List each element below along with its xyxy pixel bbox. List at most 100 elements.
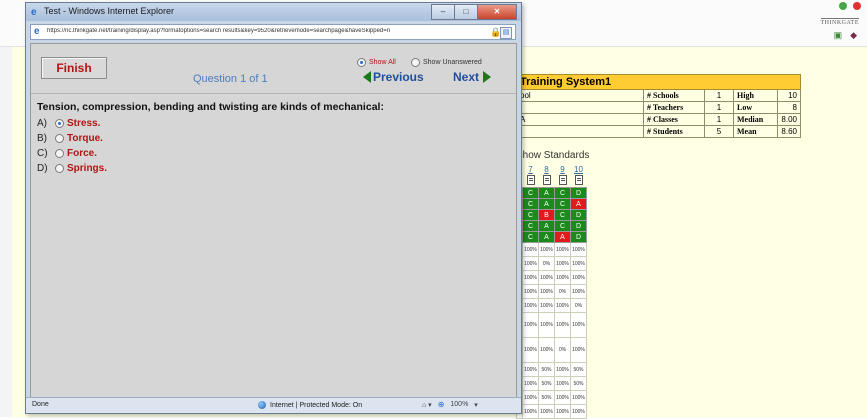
percent-cell: 100% [522,362,539,377]
stats-row: ool # Schools 1 High 10 [516,89,801,102]
window-controls: – □ ✕ [431,4,517,20]
percent-cell: 100% [554,404,571,419]
status-bar: Done Internet | Protected Mode: On ⌂ ▾ ⊕… [26,397,521,413]
percent-cell: 100% [522,404,539,419]
grade-cell: A [538,187,555,199]
percent-cell: 100% [522,298,539,313]
export-icon[interactable]: ▣ [834,30,843,41]
previous-button[interactable]: Previous [363,70,424,84]
page-info-icon[interactable]: ▤ [500,27,512,39]
security-zone[interactable]: Internet | Protected Mode: On [258,401,362,409]
answer-option[interactable]: D) Springs. [37,161,107,176]
percent-cell: 100% [570,404,587,419]
answer-list: A) Stress. B) Torque. C) Force. D) Sprin… [37,116,107,176]
answer-radio[interactable] [55,119,64,128]
grade-cell: D [570,209,587,221]
percent-cell: 100% [538,337,555,363]
zoom-icon[interactable]: ⊕ [438,400,445,409]
thinkgate-logo: THINKGATE [820,18,859,26]
grid-column-header[interactable]: 9 [554,164,571,175]
percent-cell: 100% [522,256,539,271]
grid-column-header[interactable]: 10 [570,164,587,175]
percent-cell: 100% [570,242,587,257]
answer-text[interactable]: Force. [67,148,97,159]
show-all-option[interactable]: Show All [357,58,396,67]
zoom-level[interactable]: 100% [450,401,468,408]
test-content: Finish Question 1 of 1 Show All Show Una… [30,43,517,398]
grade-cell: C [522,187,539,199]
show-all-radio[interactable] [357,58,366,67]
app-left-strip [0,47,12,417]
answer-option[interactable]: B) Torque. [37,131,107,146]
percent-cell: 100% [538,312,555,338]
answer-text[interactable]: Stress. [67,118,100,129]
header-tool-icons: ▣ ◆ [834,30,857,41]
page-icon: e [34,26,40,37]
grid-column-header[interactable]: 8 [538,164,555,175]
online-status-icon [839,2,847,10]
next-button[interactable]: Next [453,70,492,84]
show-unanswered-radio[interactable] [411,58,420,67]
grade-cell: C [554,187,571,199]
document-icon[interactable] [526,175,535,185]
grade-cell: D [570,187,587,199]
header-status-icons [839,2,861,10]
answer-letter: B) [37,133,47,144]
grid-column-header[interactable]: 7 [522,164,539,175]
answer-letter: A) [37,118,47,129]
document-icon[interactable] [542,175,551,185]
percent-cell: 100% [570,270,587,285]
grade-cell: D [570,220,587,232]
address-url[interactable]: https://nc.thinkgate.net/training/displa… [47,28,479,34]
show-all-label: Show All [369,59,396,66]
answer-text[interactable]: Springs. [67,163,107,174]
grade-cell: C [554,220,571,232]
lock-icon[interactable]: 🔒 [490,27,501,37]
summary-stats-table: Training System1 ool # Schools 1 High 10… [516,74,801,138]
answer-radio[interactable] [55,164,64,173]
percent-row: %100%100%100%0% [516,298,587,313]
zone-text: Internet | Protected Mode: On [270,401,363,409]
minimize-button[interactable]: – [431,4,455,20]
finish-button[interactable]: Finish [41,57,107,79]
alert-status-icon [853,2,861,10]
document-icon[interactable] [574,175,583,185]
document-icon[interactable] [558,175,567,185]
percent-row: %100%100%100%100% [516,270,587,285]
grid-doc-row [516,175,587,188]
protected-mode-icon[interactable]: ⌂ ▾ [422,401,432,409]
percent-cell: 100% [554,362,571,377]
percent-cell: 100% [570,284,587,299]
zoom-dropdown-icon[interactable]: ▾ [474,401,478,409]
grade-row: CACD [516,220,587,232]
answer-option[interactable]: C) Force. [37,146,107,161]
percent-cell: 50% [538,376,555,391]
answer-text[interactable]: Torque. [67,133,103,144]
percent-cell: 100% [538,242,555,257]
percent-row: %100%100%0%100% [516,337,587,363]
answer-radio[interactable] [55,134,64,143]
maximize-button[interactable]: □ [454,4,478,20]
address-bar[interactable]: e https://nc.thinkgate.net/training/disp… [30,24,516,40]
percent-cell: 100% [522,270,539,285]
percent-cell: 100% [570,337,587,363]
percent-cell: 50% [538,390,555,405]
answer-letter: D) [37,163,48,174]
settings-icon[interactable]: ◆ [850,30,857,41]
grade-cell: C [554,198,571,210]
percent-cell: 0% [570,298,587,313]
answer-radio[interactable] [55,149,64,158]
percent-cell: 100% [554,270,571,285]
percent-row: 100% 100% 100% 100% [516,404,587,419]
percent-cell: 100% [554,242,571,257]
percent-row: %100%0%100%100% [516,256,587,271]
close-button[interactable]: ✕ [477,4,517,20]
show-standards-link[interactable]: Show Standards [516,150,589,161]
percent-cell: 50% [570,362,587,377]
grid-doc-cell [538,175,555,188]
grid-doc-cell [554,175,571,188]
show-unanswered-option[interactable]: Show Unanswered [411,58,482,67]
answer-option[interactable]: A) Stress. [37,116,107,131]
window-titlebar[interactable]: e Test - Windows Internet Explorer – □ ✕ [26,3,521,21]
grade-row: CBCD [516,209,587,221]
